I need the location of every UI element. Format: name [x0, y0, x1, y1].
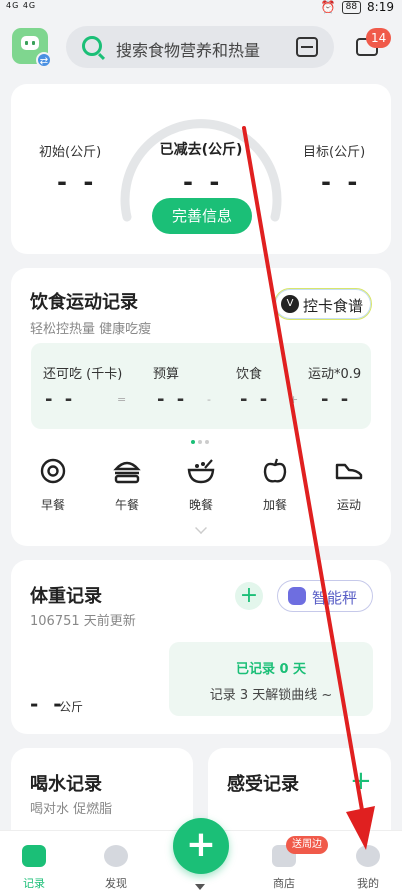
meal-label: 午餐 [114, 498, 139, 512]
scan-icon[interactable] [296, 37, 318, 57]
lost-weight-value: - - [183, 168, 224, 196]
recipe-icon: V [281, 295, 299, 313]
complete-info-button[interactable]: 完善信息 [152, 198, 252, 234]
start-weight-value: - - [57, 168, 98, 196]
food-label: 饮食 [236, 367, 263, 382]
plus-sign: + [289, 393, 299, 406]
scale-icon [288, 587, 306, 605]
meal-label: 早餐 [40, 498, 65, 512]
tab-label: 记录 [23, 877, 45, 890]
exercise-label: 运动*0.9 [308, 367, 362, 382]
remaining-label: 还可吃 (千卡) [43, 367, 123, 382]
smart-scale-label: 智能秤 [312, 589, 358, 607]
search-icon [82, 36, 102, 56]
shoe-icon [335, 463, 363, 480]
meal-label: 晚餐 [188, 498, 213, 512]
tab-label: 我的 [357, 877, 379, 890]
unlock-hint: 记录 3 天解锁曲线 ~ [209, 688, 333, 703]
remaining-value: - - [45, 389, 76, 410]
page-dots [191, 440, 209, 444]
weight-unit: 公斤 [59, 700, 84, 714]
swap-icon: ⇄ [36, 52, 52, 68]
tab-label: 商店 [273, 877, 295, 890]
target-weight-value: - - [321, 168, 362, 196]
egg-icon [40, 458, 66, 484]
weight-summary-card: 初始(公斤) - - 已减去(公斤) - - 目标(公斤) - - 完善信息 [11, 84, 391, 254]
weight-log-subtitle: 106751 天前更新 [30, 614, 136, 629]
expand-chevron-icon[interactable] [195, 522, 207, 534]
water-title: 喝水记录 [30, 774, 102, 795]
signal-indicators: 4G 4G [6, 1, 37, 10]
weight-log-title: 体重记录 [30, 586, 102, 607]
meal-exercise[interactable]: 运动 [319, 458, 379, 513]
meal-dinner[interactable]: 晚餐 [171, 458, 231, 513]
fab-caret-icon [195, 884, 205, 890]
target-weight-label: 目标(公斤) [303, 145, 366, 160]
add-feeling-button[interactable]: + [350, 766, 372, 796]
app-switch-button[interactable]: ⇄ [12, 28, 52, 68]
profile-icon [356, 845, 380, 867]
meal-label: 加餐 [262, 498, 287, 512]
tab-label: 发现 [105, 877, 127, 890]
meal-snack[interactable]: 加餐 [245, 458, 305, 513]
status-time: 8:19 [367, 0, 394, 14]
battery-level: 88 [341, 0, 362, 14]
record-icon [22, 845, 46, 867]
tab-mine[interactable]: 我的 [338, 845, 398, 891]
recorded-days: 已记录 0 天 [235, 662, 307, 677]
food-value: - - [240, 389, 271, 410]
promo-badge: 送周边 [286, 836, 328, 854]
diet-subtitle: 轻松控热量 健康吃瘦 [30, 322, 152, 337]
meal-label: 运动 [336, 498, 361, 512]
status-right: ⏰ 88 8:19 [321, 0, 394, 14]
budget-label: 预算 [153, 367, 180, 382]
budget-value: - - [157, 389, 188, 410]
equals-sign: = [117, 393, 127, 406]
app-logo-icon [21, 36, 39, 50]
tab-record[interactable]: 记录 [4, 845, 64, 891]
meal-lunch[interactable]: 午餐 [97, 458, 157, 513]
exercise-value: - - [321, 389, 352, 410]
bowl-icon [187, 459, 215, 484]
calorie-budget-panel[interactable]: 还可吃 (千卡) - - = 预算 - - - 饮食 - - + 运动*0.9 … [31, 343, 371, 429]
smart-scale-button[interactable]: 智能秤 [277, 580, 373, 612]
recipe-button[interactable]: V 控卡食谱 [274, 288, 372, 320]
diet-exercise-card: 饮食运动记录 轻松控热量 健康吃瘦 V 控卡食谱 还可吃 (千卡) - - = … [11, 268, 391, 546]
top-bar: ⇄ 搜索食物营养和热量 14 [0, 24, 402, 72]
planet-icon [104, 845, 128, 867]
alarm-icon: ⏰ [320, 0, 336, 14]
search-placeholder: 搜索食物营养和热量 [116, 41, 261, 60]
feeling-title: 感受记录 [227, 774, 299, 795]
weight-log-card: 体重记录 106751 天前更新 + 智能秤 已记录 0 天 记录 3 天解锁曲… [11, 560, 391, 734]
search-bar[interactable]: 搜索食物营养和热量 [66, 26, 334, 68]
status-bar: 4G 4G ⏰ 88 8:19 [0, 0, 402, 18]
water-subtitle: 喝对水 促燃脂 [30, 802, 113, 817]
add-weight-button[interactable]: + [235, 582, 263, 610]
mail-badge: 14 [366, 28, 392, 48]
add-record-button[interactable]: + [173, 818, 229, 874]
tab-discover[interactable]: 发现 [86, 845, 146, 891]
recipe-label: 控卡食谱 [303, 297, 364, 315]
meal-breakfast[interactable]: 早餐 [23, 458, 83, 513]
diet-title: 饮食运动记录 [30, 292, 138, 313]
burger-icon [113, 461, 141, 484]
minus-sign: - [207, 393, 211, 406]
apple-icon [263, 458, 287, 483]
curve-unlock-panel: 已记录 0 天 记录 3 天解锁曲线 ~ [169, 642, 373, 716]
